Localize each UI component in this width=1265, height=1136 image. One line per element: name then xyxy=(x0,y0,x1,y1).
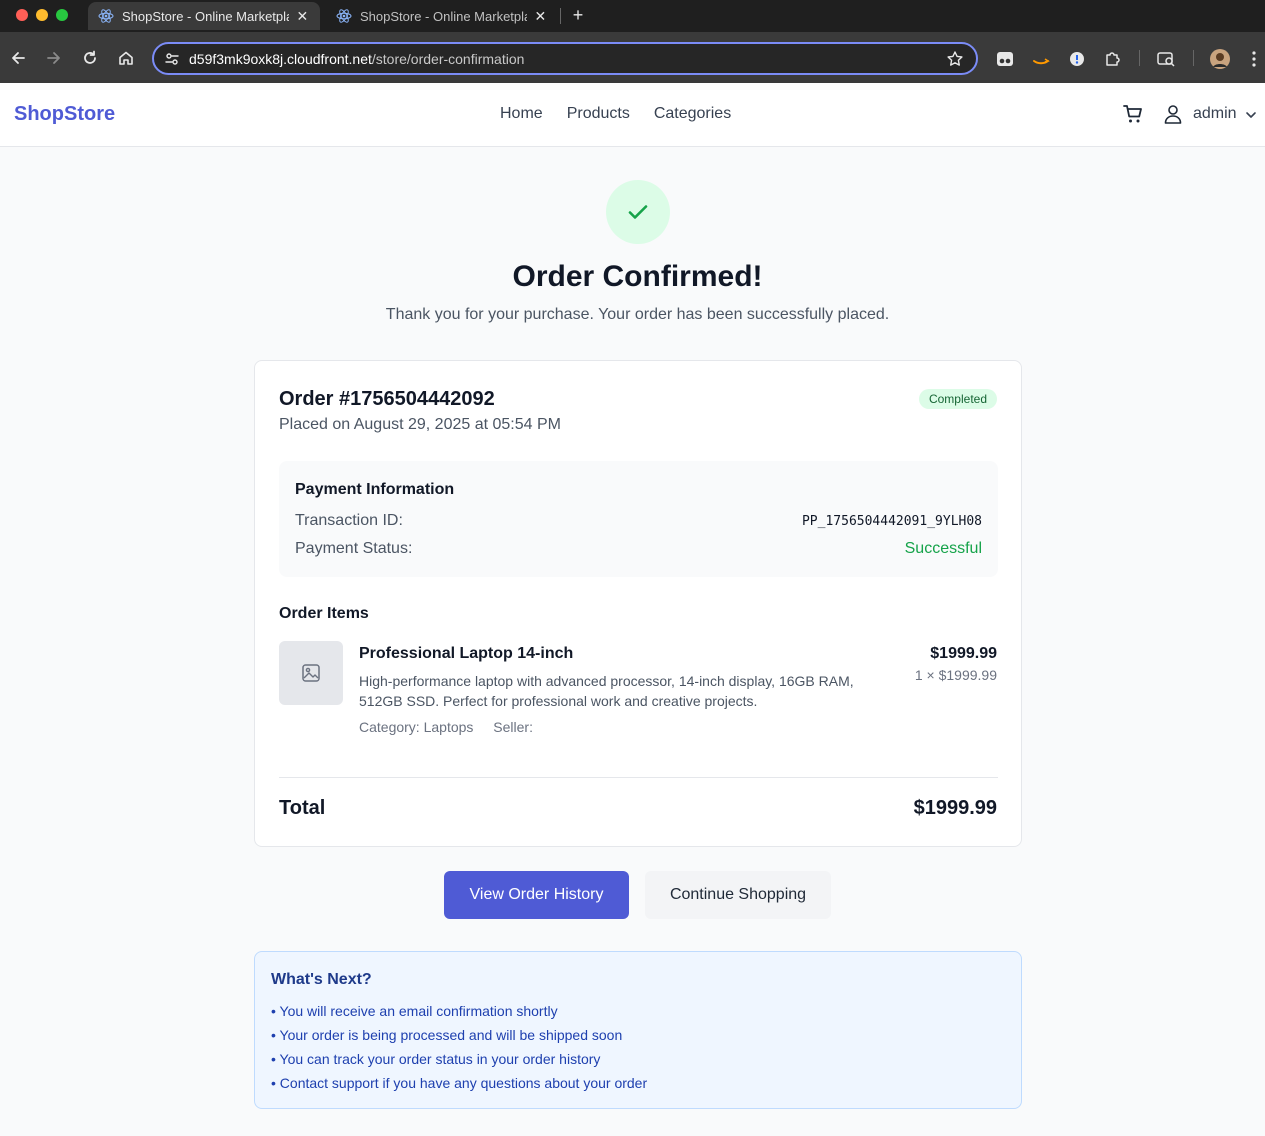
reload-icon[interactable] xyxy=(79,47,101,69)
extension-pass-icon[interactable] xyxy=(1067,49,1087,69)
total-label: Total xyxy=(279,797,326,819)
nav-categories[interactable]: Categories xyxy=(654,105,731,123)
product-image-placeholder-icon xyxy=(279,641,343,705)
site-header: ShopStore Home Products Categories admin xyxy=(0,83,1265,147)
item-seller: Seller: xyxy=(493,719,533,735)
extension-amazon-icon[interactable] xyxy=(1031,49,1051,69)
continue-shopping-button[interactable]: Continue Shopping xyxy=(645,871,831,919)
total-value: $1999.99 xyxy=(913,797,997,819)
whats-next-title: What's Next? xyxy=(271,971,372,988)
site-settings-icon[interactable] xyxy=(164,51,180,67)
react-favicon-icon xyxy=(98,8,114,24)
view-order-history-button[interactable]: View Order History xyxy=(444,871,629,919)
nav-home[interactable]: Home xyxy=(500,105,543,123)
back-icon[interactable] xyxy=(7,47,29,69)
item-category: Category: Laptops xyxy=(359,719,474,735)
tab-divider xyxy=(560,8,561,24)
extensions-puzzle-icon[interactable] xyxy=(1103,49,1123,69)
whats-next-panel: What's Next? You will receive an email c… xyxy=(254,951,1022,1109)
list-item: Contact support if you have any question… xyxy=(271,1074,647,1098)
tab-search-icon[interactable] xyxy=(1156,49,1176,69)
nav-products[interactable]: Products xyxy=(567,105,630,123)
order-date: Placed on August 29, 2025 at 05:54 PM xyxy=(279,416,561,433)
payment-info-panel: Payment Information Transaction ID: PP_1… xyxy=(279,461,998,577)
item-name: Professional Laptop 14-inch xyxy=(359,645,574,662)
page-subtitle: Thank you for your purchase. Your order … xyxy=(385,306,890,323)
maximize-window-button[interactable] xyxy=(56,9,68,21)
tab-title: ShopStore - Online Marketplace xyxy=(360,8,527,24)
transaction-id-value: PP_1756504442091_9YLH08 xyxy=(801,514,982,529)
bookmark-star-icon[interactable] xyxy=(946,50,964,68)
payment-info-title: Payment Information xyxy=(295,481,455,498)
address-bar[interactable]: d59f3mk9oxk8j.cloudfront.net/store/order… xyxy=(152,42,978,75)
toolbar-divider xyxy=(1139,50,1140,66)
browser-toolbar: d59f3mk9oxk8j.cloudfront.net/store/order… xyxy=(0,32,1265,83)
url-text: d59f3mk9oxk8j.cloudfront.net/store/order… xyxy=(189,51,524,67)
page-title: Order Confirmed! xyxy=(512,260,763,293)
transaction-id-label: Transaction ID: xyxy=(295,512,403,529)
minimize-window-button[interactable] xyxy=(36,9,48,21)
site-logo[interactable]: ShopStore xyxy=(14,103,115,126)
close-tab-icon[interactable]: ✕ xyxy=(295,8,310,24)
close-tab-icon[interactable]: ✕ xyxy=(533,8,548,24)
home-icon[interactable] xyxy=(115,47,137,69)
forward-icon[interactable] xyxy=(43,47,65,69)
browser-tab-active[interactable]: ShopStore - Online Marketplace ✕ xyxy=(88,2,320,30)
item-description: High-performance laptop with advanced pr… xyxy=(359,673,854,709)
total-divider xyxy=(279,777,998,778)
item-price: $1999.99 xyxy=(930,645,997,662)
main-nav: Home Products Categories xyxy=(500,105,755,123)
payment-status-value: Successful xyxy=(904,540,982,557)
whats-next-list: You will receive an email confirmation s… xyxy=(271,1002,648,1098)
react-favicon-icon xyxy=(336,8,352,24)
success-check-icon xyxy=(606,180,670,244)
chevron-down-icon[interactable] xyxy=(1244,108,1258,122)
browser-menu-icon[interactable] xyxy=(1247,49,1261,69)
list-item: You will receive an email confirmation s… xyxy=(271,1002,647,1026)
item-meta: Category: Laptops Seller: xyxy=(359,719,533,735)
close-window-button[interactable] xyxy=(16,9,28,21)
list-item: You can track your order status in your … xyxy=(271,1050,647,1074)
url-path: /store/order-confirmation xyxy=(371,51,525,67)
order-items-title: Order Items xyxy=(279,605,369,622)
browser-tab-bar: ShopStore - Online Marketplace ✕ ShopSto… xyxy=(0,0,1265,32)
order-number: Order #1756504442092 xyxy=(279,388,495,410)
profile-avatar-icon[interactable] xyxy=(1210,49,1230,69)
url-host: d59f3mk9oxk8j.cloudfront.net xyxy=(189,51,372,67)
payment-status-label: Payment Status: xyxy=(295,540,413,557)
browser-tab[interactable]: ShopStore - Online Marketplace ✕ xyxy=(326,2,558,30)
order-summary-card: Order #1756504442092 Placed on August 29… xyxy=(254,360,1022,847)
item-quantity: 1 × $1999.99 xyxy=(914,667,997,683)
new-tab-button[interactable]: + xyxy=(568,5,588,25)
list-item: Your order is being processed and will b… xyxy=(271,1026,647,1050)
cart-icon[interactable] xyxy=(1122,103,1144,125)
status-badge: Completed xyxy=(918,389,997,409)
toolbar-divider xyxy=(1193,50,1194,66)
user-menu-label[interactable]: admin xyxy=(1193,105,1237,123)
tab-title: ShopStore - Online Marketplace xyxy=(122,8,289,24)
extension-glasses-icon[interactable] xyxy=(995,49,1015,69)
user-icon[interactable] xyxy=(1162,103,1184,125)
